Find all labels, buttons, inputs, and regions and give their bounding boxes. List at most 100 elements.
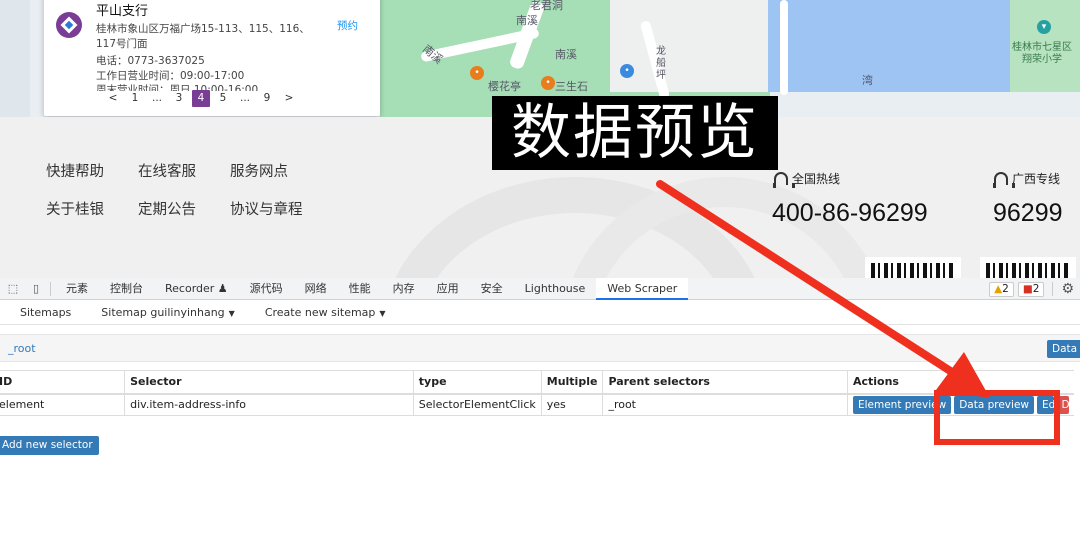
pager-page[interactable]: 1 xyxy=(124,90,146,107)
annotation-title: 数据预览 xyxy=(492,96,778,170)
footer-link-about[interactable]: 关于桂银 xyxy=(46,198,104,219)
nav-sitemaps[interactable]: Sitemaps xyxy=(0,306,81,319)
tab-memory[interactable]: 内存 xyxy=(382,278,426,300)
national-hotline-text: 全国热线 xyxy=(792,172,841,186)
divider xyxy=(1052,282,1054,296)
bus-stop-icon[interactable]: • xyxy=(620,64,634,78)
pagination: < 1 ... 3 4 5 ... 9 > xyxy=(102,90,300,107)
national-hotline-label: 全国热线 xyxy=(773,170,841,188)
cell-id: element xyxy=(0,393,125,416)
pager-page-active[interactable]: 4 xyxy=(192,90,210,107)
cell-multiple: yes xyxy=(540,393,603,416)
pager-ellipsis: ... xyxy=(239,92,250,104)
pavilion-icon[interactable]: • xyxy=(470,66,484,80)
national-hotline-number: 400-86-96299 xyxy=(772,199,928,227)
warning-badge[interactable]: ▲2 xyxy=(989,281,1014,297)
devtools-panel: ⬚ ▯ 元素 控制台 Recorder ♟ 源代码 网络 性能 内存 应用 安全… xyxy=(0,277,1080,537)
data-preview-button-top[interactable]: Data preview xyxy=(1047,340,1080,358)
warning-count: 2 xyxy=(1002,282,1009,295)
pager-next[interactable]: > xyxy=(278,90,300,107)
nav-create-label: Create new sitemap xyxy=(264,306,376,319)
school-icon[interactable]: ▾ xyxy=(1037,20,1051,34)
nav-sitemap-label: Sitemap guilinyinhang xyxy=(101,306,225,319)
branch-phone: 电话：0773-3637025 xyxy=(96,55,205,67)
caret-down-icon: ▼ xyxy=(379,309,386,318)
branch-address: 桂林市象山区万福广场15-113、115、116、117号门面 xyxy=(96,23,310,50)
devtools-tab-bar: ⬚ ▯ 元素 控制台 Recorder ♟ 源代码 网络 性能 内存 应用 安全… xyxy=(0,277,1080,300)
footer-link-service[interactable]: 在线客服 xyxy=(138,160,196,181)
tab-recorder[interactable]: Recorder ♟ xyxy=(154,278,239,300)
tab-security[interactable]: 安全 xyxy=(470,278,514,300)
scraper-nav: Sitemaps Sitemap guilinyinhang ▼ Create n… xyxy=(0,301,1080,325)
map-label: 湾 xyxy=(862,74,873,87)
pager-page[interactable]: 9 xyxy=(256,90,278,107)
pager-page[interactable]: 3 xyxy=(168,90,190,107)
device-toggle-icon[interactable]: ▯ xyxy=(26,282,46,295)
tab-web-scraper[interactable]: Web Scraper xyxy=(596,277,689,300)
scenic-spot-icon[interactable]: • xyxy=(541,76,555,90)
pager-prev[interactable]: < xyxy=(102,90,124,107)
divider xyxy=(50,281,51,296)
table-header-row: ID Selector type Multiple Parent selecto… xyxy=(0,370,1074,395)
gx-hotline-label: 广西专线 xyxy=(993,170,1061,188)
col-id: ID xyxy=(0,370,125,395)
breadcrumb-root[interactable]: _root xyxy=(8,342,36,355)
footer-link-agreement[interactable]: 协议与章程 xyxy=(230,198,303,219)
tab-network[interactable]: 网络 xyxy=(294,278,338,300)
tab-sources[interactable]: 源代码 xyxy=(239,278,294,300)
nav-sitemap[interactable]: Sitemap guilinyinhang ▼ xyxy=(81,306,245,319)
map-river xyxy=(768,0,1013,92)
branch-weekday-hours: 工作日营业时间：09:00-17:00 xyxy=(96,70,245,82)
error-count: 2 xyxy=(1032,282,1040,295)
bank-logo-icon xyxy=(56,12,82,38)
footer-link-outlets[interactable]: 服务网点 xyxy=(230,160,288,181)
tab-console[interactable]: 控制台 xyxy=(99,278,154,300)
map-label: 三生石 xyxy=(555,80,588,93)
gx-hotline-text: 广西专线 xyxy=(1012,172,1061,186)
cell-parent: _root xyxy=(602,393,848,416)
pager-page[interactable]: 5 xyxy=(212,90,234,107)
map-label: 龙船坪 xyxy=(656,46,666,81)
selector-table: ID Selector type Multiple Parent selecto… xyxy=(0,370,1074,416)
cell-type: SelectorElementClick xyxy=(412,393,542,416)
cell-selector: div.item-address-info xyxy=(124,393,414,416)
map-street-block xyxy=(610,0,770,92)
error-icon: ■ xyxy=(1022,282,1033,295)
map-road xyxy=(780,0,788,95)
tab-lighthouse[interactable]: Lighthouse xyxy=(514,278,597,300)
map-label: 南溪 xyxy=(555,48,577,61)
col-selector: Selector xyxy=(124,370,414,395)
headset-icon xyxy=(993,172,1015,188)
tab-performance[interactable]: 性能 xyxy=(338,278,382,300)
map-label: 樱花亭 xyxy=(488,80,521,93)
add-new-selector-button[interactable]: Add new selector xyxy=(0,436,99,455)
qr-code-icon xyxy=(980,257,1076,278)
book-link[interactable]: 预约 xyxy=(337,18,358,33)
col-parent: Parent selectors xyxy=(602,370,848,395)
nav-create-sitemap[interactable]: Create new sitemap ▼ xyxy=(245,306,396,319)
branch-title: 平山支行 xyxy=(96,4,149,19)
breadcrumb: _root Data preview xyxy=(0,334,1080,362)
warning-icon: ▲ xyxy=(994,282,1003,295)
col-multiple: Multiple xyxy=(540,370,603,395)
map-left-block xyxy=(0,0,30,117)
table-row: element div.item-address-info SelectorEl… xyxy=(0,393,1074,416)
branch-info-card[interactable]: 平山支行 桂林市象山区万福广场15-113、115、116、117号门面 预约 … xyxy=(44,0,380,116)
footer-link-notice[interactable]: 定期公告 xyxy=(138,198,196,219)
map-label: 翔荣小学 xyxy=(1022,54,1062,65)
tab-elements[interactable]: 元素 xyxy=(55,278,99,300)
devtools-status: ▲2 ■2 ⚙ xyxy=(989,278,1080,300)
caret-down-icon: ▼ xyxy=(228,309,235,318)
pager-ellipsis: ... xyxy=(151,92,162,104)
qr-code-icon xyxy=(865,257,961,278)
gear-icon[interactable]: ⚙ xyxy=(1061,281,1074,297)
inspect-icon[interactable]: ⬚ xyxy=(0,282,26,295)
annotation-highlight-box xyxy=(934,390,1060,445)
footer-link-help[interactable]: 快捷帮助 xyxy=(46,160,104,181)
error-badge[interactable]: ■2 xyxy=(1017,281,1045,297)
col-type: type xyxy=(412,370,542,395)
map-label: 南溪 xyxy=(516,14,538,27)
gx-hotline-number: 96299 xyxy=(993,199,1063,227)
headset-icon xyxy=(773,172,795,188)
tab-application[interactable]: 应用 xyxy=(426,278,470,300)
